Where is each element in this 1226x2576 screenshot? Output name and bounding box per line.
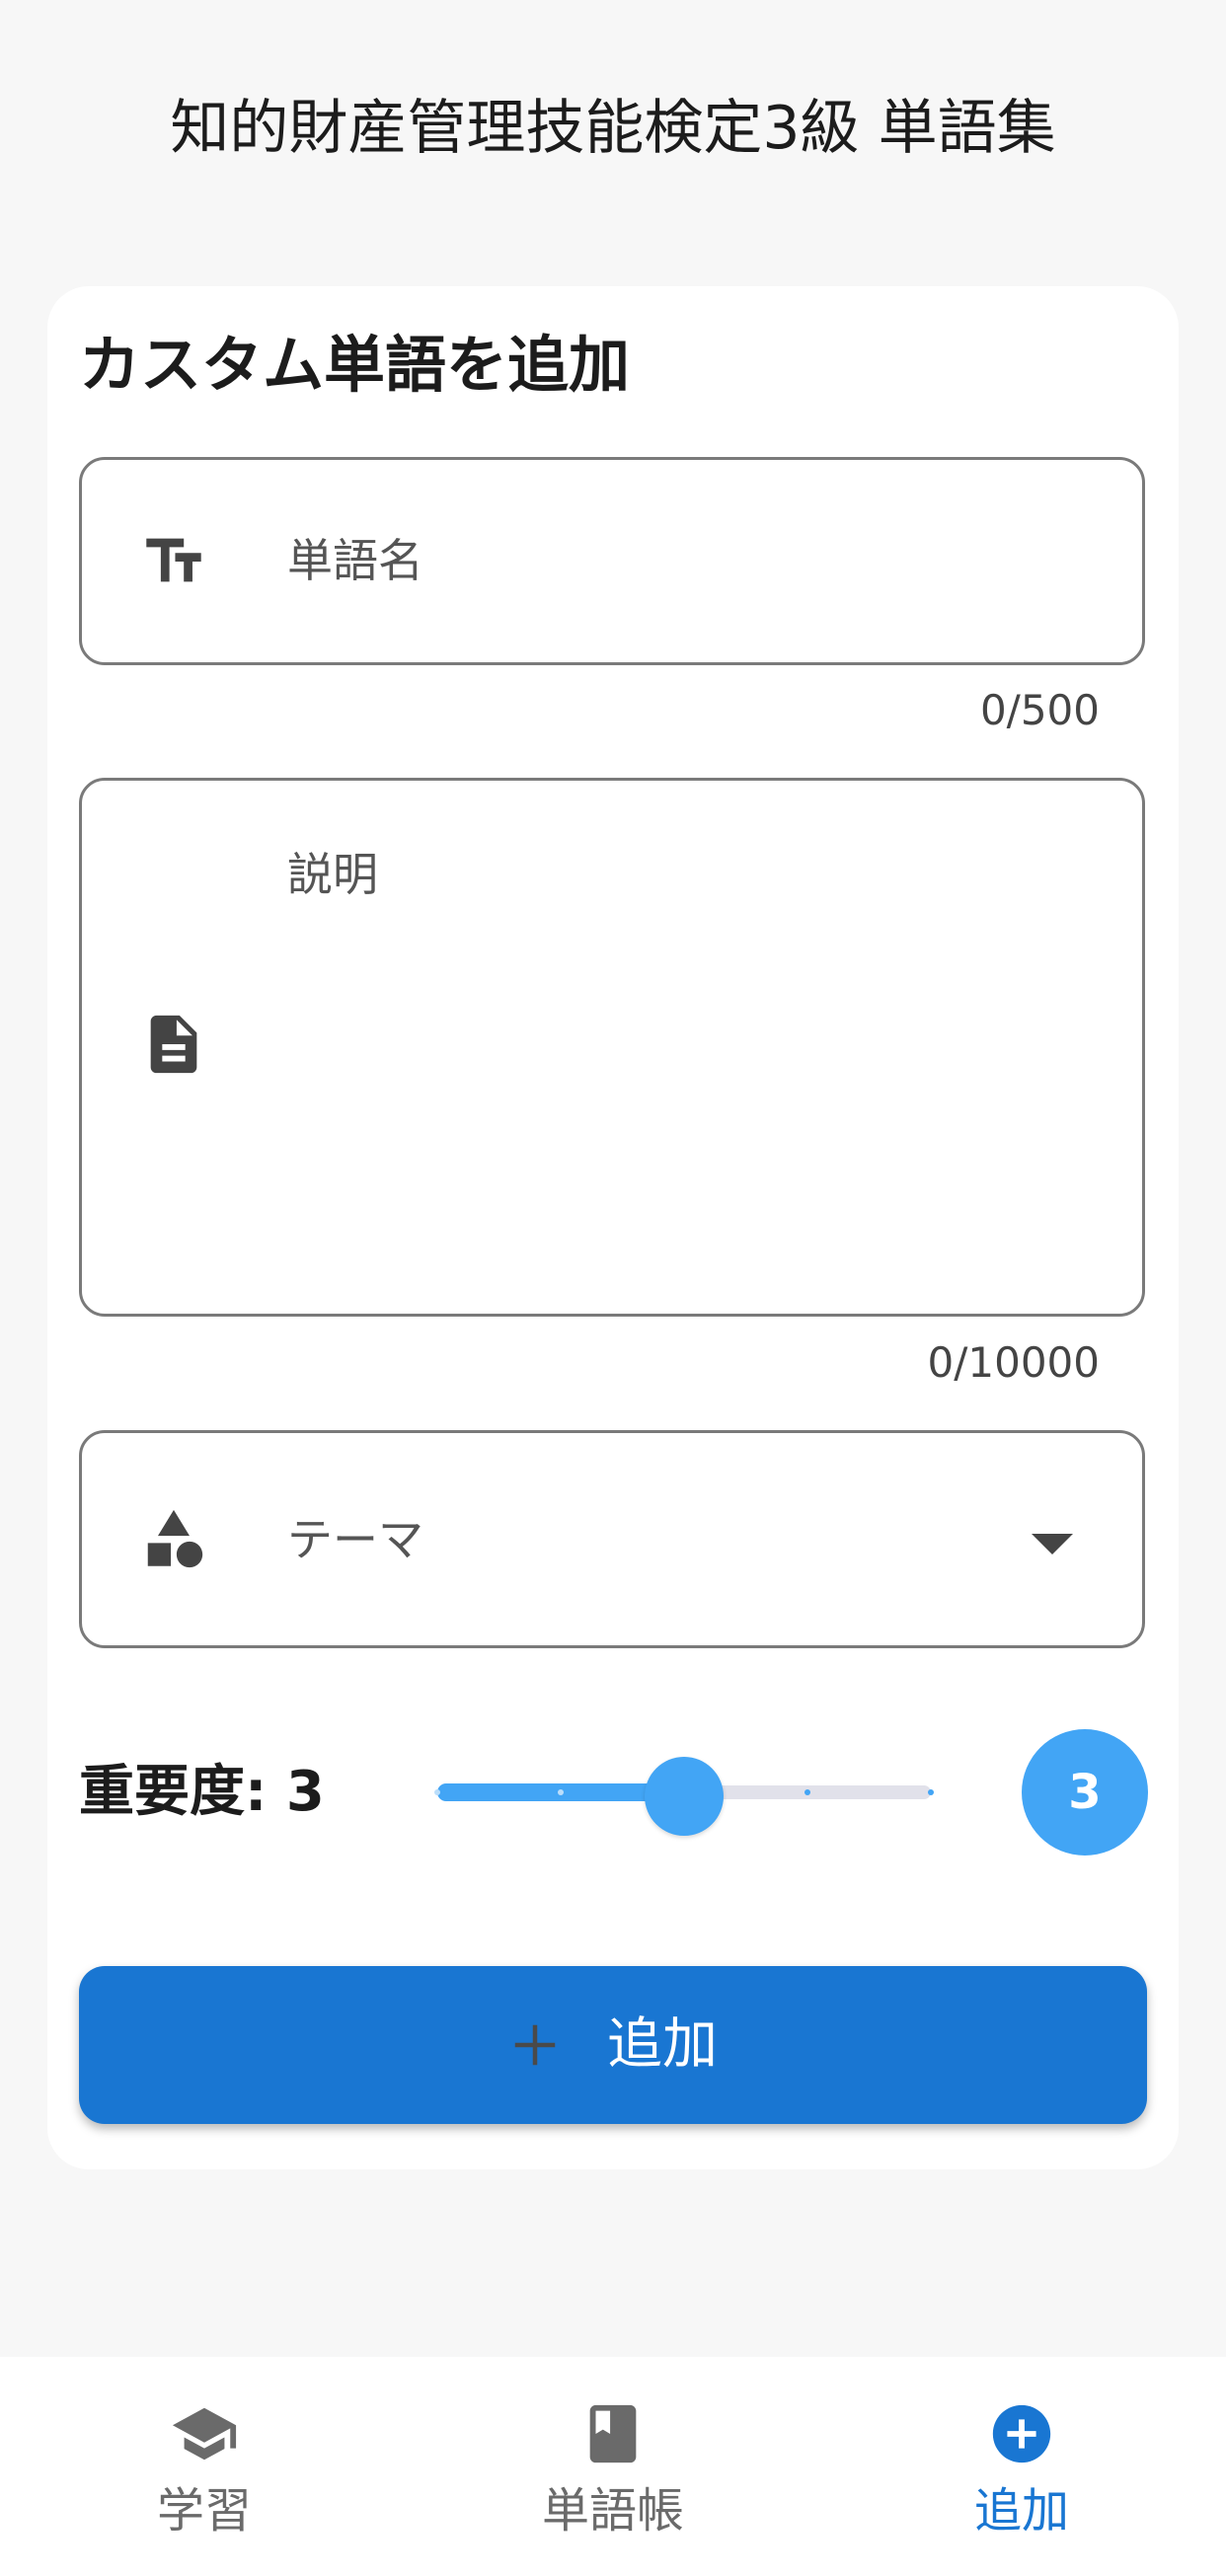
shapes-icon xyxy=(147,1509,203,1568)
word-name-field[interactable]: 単語名 xyxy=(79,457,1145,665)
slider-tick xyxy=(434,1789,440,1795)
word-name-counter: 0/500 xyxy=(979,686,1100,734)
nav-item-add[interactable]: 追加 xyxy=(817,2357,1226,2576)
description-counter: 0/10000 xyxy=(927,1338,1100,1387)
chevron-down-icon xyxy=(1032,1534,1073,1554)
theme-dropdown[interactable]: テーマ xyxy=(79,1430,1145,1648)
word-name-placeholder: 単語名 xyxy=(287,534,423,587)
slider-tick xyxy=(558,1789,564,1795)
description-placeholder: 説明 xyxy=(287,848,378,901)
text-size-icon xyxy=(146,538,201,582)
book-icon xyxy=(589,2404,637,2463)
slider-thumb[interactable] xyxy=(645,1757,724,1836)
add-button-label: 追加 xyxy=(607,2012,718,2077)
nav-label-add: 追加 xyxy=(973,2483,1069,2538)
importance-label: 重要度: 3 xyxy=(79,1760,325,1824)
description-field[interactable]: 説明 xyxy=(79,778,1145,1317)
nav-label-study: 学習 xyxy=(156,2483,252,2538)
slider-tick xyxy=(928,1789,934,1795)
theme-placeholder: テーマ xyxy=(287,1513,423,1566)
nav-label-wordbook: 単語帳 xyxy=(541,2483,684,2538)
add-circle-icon xyxy=(992,2404,1051,2463)
bottom-nav: 学習 単語帳 追加 xyxy=(0,2357,1226,2576)
slider-tick xyxy=(805,1789,810,1795)
nav-item-study[interactable]: 学習 xyxy=(0,2357,409,2576)
nav-item-wordbook[interactable]: 単語帳 xyxy=(409,2357,817,2576)
importance-value-badge: 3 xyxy=(1022,1729,1148,1856)
add-button[interactable]: 追加 xyxy=(79,1966,1147,2124)
importance-slider[interactable] xyxy=(434,1757,934,1836)
app-title: 知的財産管理技能検定3級 単語集 xyxy=(170,94,1056,163)
document-icon xyxy=(150,1015,197,1074)
school-icon xyxy=(172,2407,237,2461)
card-title: カスタム単語を追加 xyxy=(79,329,631,401)
plus-icon xyxy=(514,2024,556,2066)
